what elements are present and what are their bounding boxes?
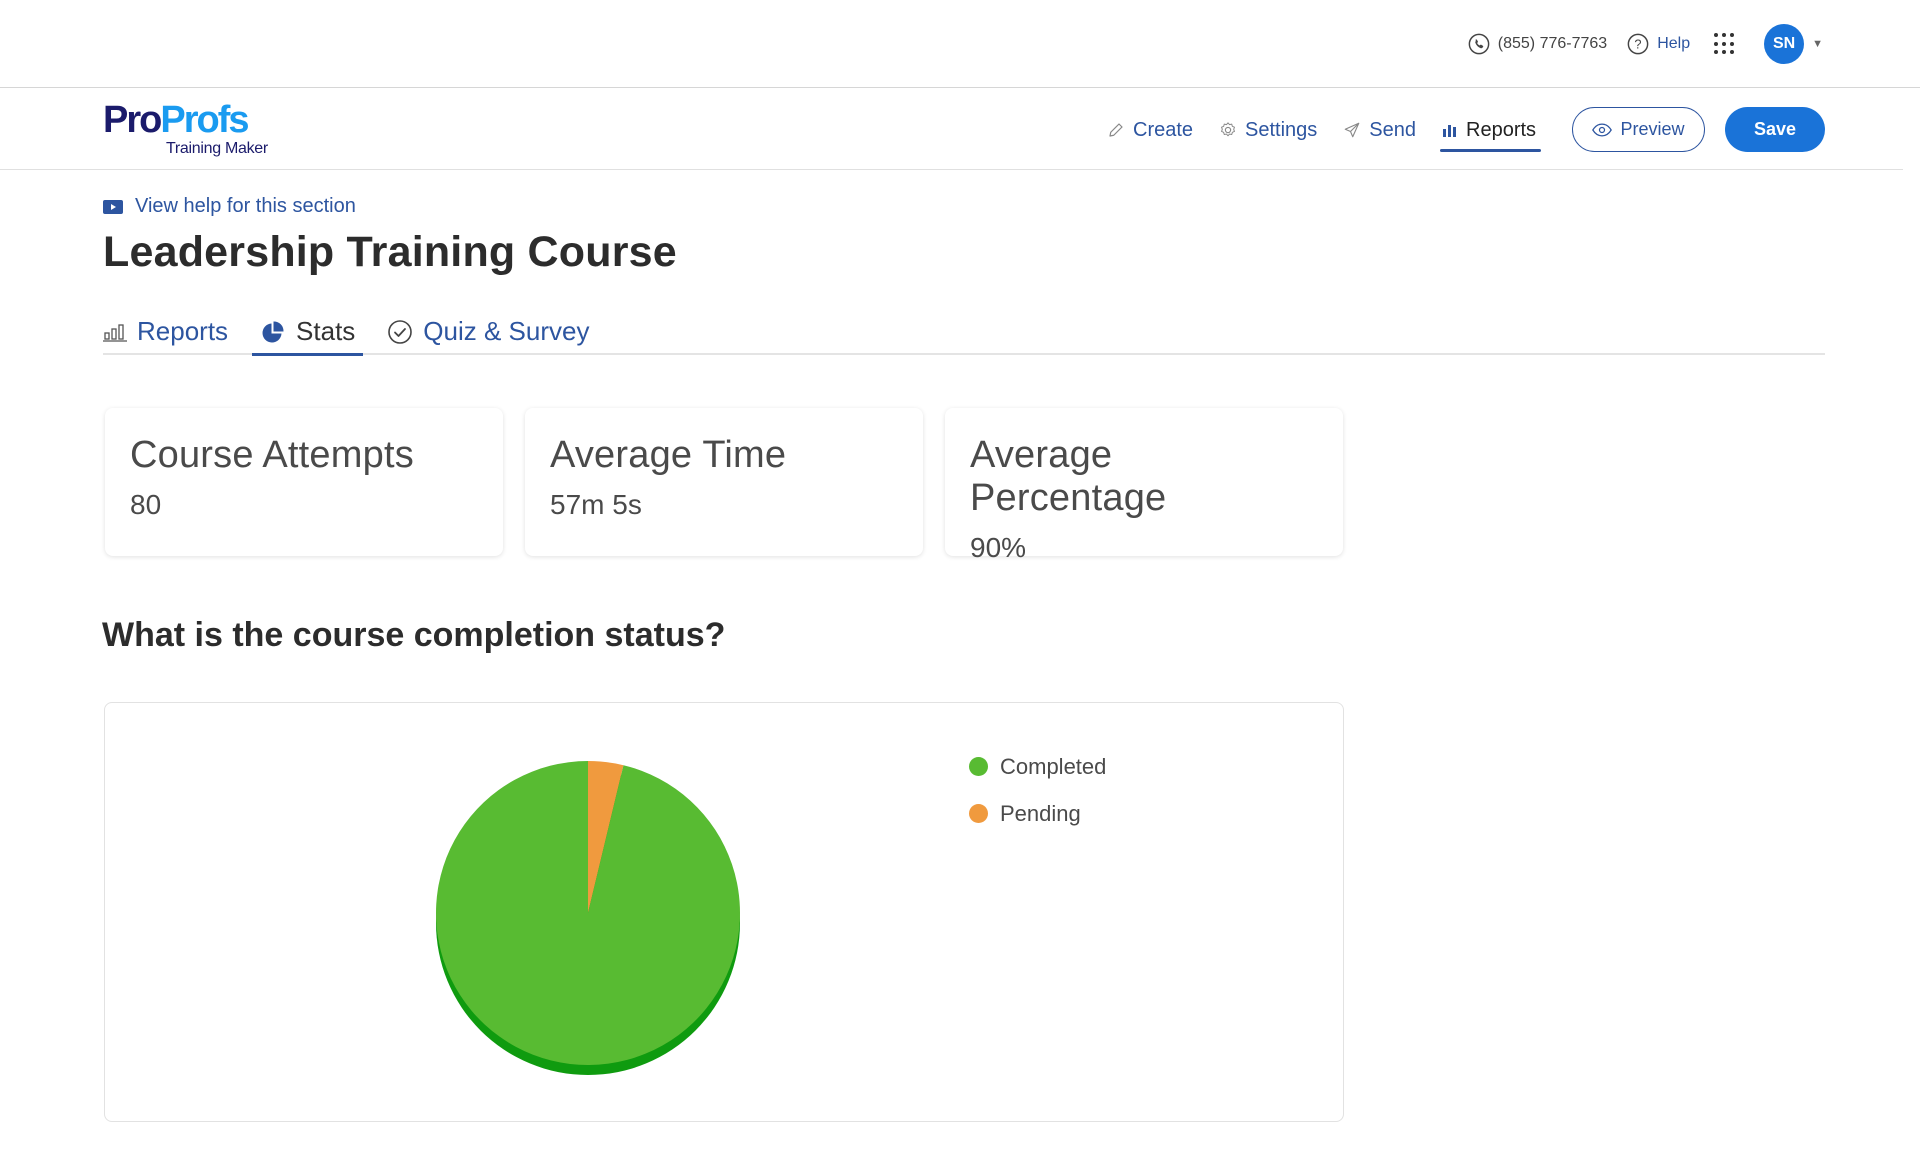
tab-quiz-survey[interactable]: Quiz & Survey [383,310,593,353]
help-link[interactable]: ? Help [1627,33,1690,55]
chart-legend: Completed Pending [969,743,1106,837]
stat-label: Average Time [550,434,787,476]
nav-create-label: Create [1133,118,1194,141]
stat-value: 57m 5s [550,489,642,520]
report-tabs: Reports Stats Quiz & Survey [103,310,1825,356]
bar-chart-outline-icon [103,323,127,342]
stat-card-average-percentage: Average Percentage 90% [945,408,1343,563]
bar-chart-icon [1443,125,1457,137]
nav-reports[interactable]: Reports [1440,110,1542,152]
logo-part2: Profs [160,99,249,141]
phone-icon [1468,33,1490,55]
completion-status-heading: What is the course completion status? [102,616,726,654]
gear-icon [1221,122,1235,137]
avatar[interactable]: SN [1764,24,1805,64]
eye-icon [1592,123,1613,136]
logo-subtitle: Training Maker [166,140,268,157]
tab-stats-label: Stats [296,316,356,346]
nav-create[interactable]: Create [1107,110,1193,150]
main-nav: ProProfs Training Maker Create Settings … [0,88,1903,170]
view-help-label: View help for this section [135,195,356,217]
stat-label: Course Attempts [130,434,414,476]
legend-dot-icon [969,804,988,823]
pie-chart-icon [262,320,284,342]
legend-item-completed[interactable]: Completed [969,743,1106,790]
stat-label: Average Percentage [970,434,1167,519]
stat-card-course-attempts: Course Attempts 80 [105,408,503,556]
nav-send[interactable]: Send [1343,110,1416,150]
video-play-icon [103,199,123,214]
tab-reports[interactable]: Reports [103,310,232,353]
logo[interactable]: ProProfs Training Maker [103,99,283,157]
view-help-link[interactable]: View help for this section [103,195,356,218]
legend-dot-icon [969,757,988,776]
tab-stats[interactable]: Stats [252,310,364,356]
nav-settings-label: Settings [1245,118,1318,141]
question-circle-icon: ? [1627,33,1649,55]
nav-reports-label: Reports [1466,118,1537,141]
tab-reports-label: Reports [137,316,229,346]
legend-label: Pending [1000,800,1081,826]
stat-value: 90% [970,532,1027,563]
help-label: Help [1657,35,1691,52]
tab-quiz-survey-label: Quiz & Survey [423,316,590,346]
pie-slice-completed[interactable] [436,761,740,1065]
nav-send-label: Send [1369,118,1417,141]
preview-button[interactable]: Preview [1572,107,1705,152]
legend-label: Completed [1000,753,1107,779]
preview-label: Preview [1620,119,1685,139]
completion-pie-chart [436,761,740,1075]
page-title: Leadership Training Course [103,228,677,276]
nav-links: Create Settings Send Reports [1107,110,1562,152]
svg-text:?: ? [1635,37,1642,52]
phone-number: (855) 776-7763 [1497,35,1608,52]
phone-contact[interactable]: (855) 776-7763 [1468,33,1607,55]
save-button[interactable]: Save [1725,107,1825,152]
pencil-icon [1109,123,1123,137]
nav-settings[interactable]: Settings [1219,110,1317,150]
check-circle-icon [388,319,413,344]
top-bar-right: (855) 776-7763 ? Help SN ▼ [1468,24,1823,64]
stat-card-average-time: Average Time 57m 5s [525,408,923,556]
chevron-down-icon[interactable]: ▼ [1812,38,1823,50]
completion-chart-card: Completed Pending [104,702,1344,1122]
paper-plane-icon [1344,122,1360,138]
apps-grid-icon[interactable] [1714,33,1736,55]
logo-part1: Pro [103,99,162,141]
legend-item-pending[interactable]: Pending [969,790,1106,837]
top-bar: (855) 776-7763 ? Help SN ▼ [0,0,1920,88]
stat-value: 80 [130,489,162,520]
